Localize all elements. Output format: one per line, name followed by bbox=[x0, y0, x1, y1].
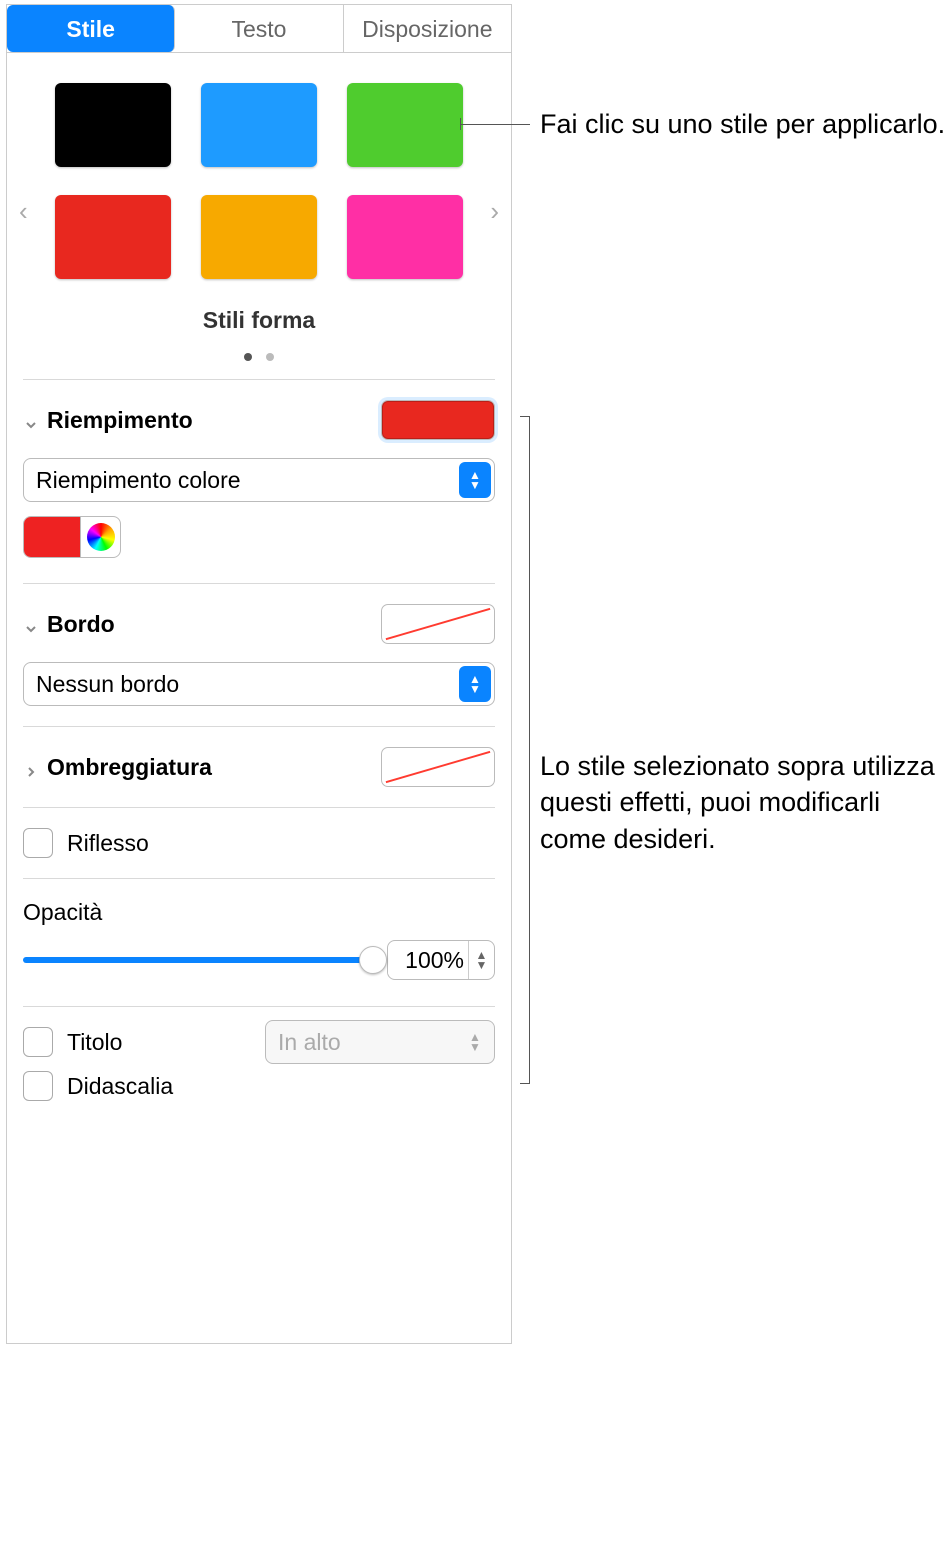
style-swatch-red[interactable] bbox=[55, 195, 171, 279]
callout-top: Fai clic su uno stile per applicarlo. bbox=[540, 106, 945, 142]
style-swatch-green[interactable] bbox=[347, 83, 463, 167]
border-type-value: Nessun bordo bbox=[36, 671, 179, 698]
shape-styles-title: Stili forma bbox=[23, 307, 495, 334]
shadow-well[interactable] bbox=[381, 747, 495, 787]
reflection-checkbox[interactable] bbox=[23, 828, 53, 858]
fill-label: Riempimento bbox=[47, 407, 193, 434]
chevron-down-icon[interactable] bbox=[23, 412, 39, 428]
border-type-select[interactable]: Nessun bordo ▲▼ bbox=[23, 662, 495, 706]
select-arrows-icon: ▲▼ bbox=[459, 462, 491, 498]
opacity-stepper[interactable]: ▲▼ bbox=[387, 940, 495, 980]
chevron-down-icon[interactable] bbox=[23, 616, 39, 632]
tab-text[interactable]: Testo bbox=[175, 5, 343, 52]
callout-mid: Lo stile selezionato sopra utilizza ques… bbox=[540, 748, 950, 857]
chevron-right-icon[interactable] bbox=[23, 759, 39, 775]
fill-type-select[interactable]: Riempimento colore ▲▼ bbox=[23, 458, 495, 502]
opacity-section: Opacità ▲▼ bbox=[7, 879, 511, 1006]
fill-current-color[interactable] bbox=[24, 517, 80, 557]
select-arrows-icon: ▲▼ bbox=[459, 1024, 491, 1060]
styles-prev-icon[interactable]: ‹ bbox=[13, 190, 34, 233]
tab-arrange[interactable]: Disposizione bbox=[344, 5, 511, 52]
border-color-well[interactable] bbox=[381, 604, 495, 644]
reflection-label: Riflesso bbox=[67, 830, 149, 857]
fill-color-picker[interactable] bbox=[23, 516, 121, 558]
shadow-label: Ombreggiatura bbox=[47, 754, 212, 781]
style-swatch-amber[interactable] bbox=[201, 195, 317, 279]
title-section: Titolo In alto ▲▼ Didascalia bbox=[7, 1007, 511, 1121]
style-swatch-pink[interactable] bbox=[347, 195, 463, 279]
color-wheel-icon[interactable] bbox=[80, 517, 120, 557]
title-label: Titolo bbox=[67, 1029, 122, 1056]
border-section: Bordo Nessun bordo ▲▼ bbox=[7, 584, 511, 726]
caption-checkbox[interactable] bbox=[23, 1071, 53, 1101]
reflection-section: Riflesso bbox=[7, 808, 511, 878]
shape-styles: ‹ › Stili forma bbox=[7, 53, 511, 379]
fill-color-well[interactable] bbox=[381, 400, 495, 440]
inspector-panel: Stile Testo Disposizione ‹ › Stili forma bbox=[6, 4, 512, 1344]
tab-style[interactable]: Stile bbox=[7, 5, 175, 52]
style-swatch-black[interactable] bbox=[55, 83, 171, 167]
border-label: Bordo bbox=[47, 611, 115, 638]
style-swatch-blue[interactable] bbox=[201, 83, 317, 167]
stepper-arrows-icon[interactable]: ▲▼ bbox=[468, 941, 494, 979]
title-checkbox[interactable] bbox=[23, 1027, 53, 1057]
select-arrows-icon: ▲▼ bbox=[459, 666, 491, 702]
slider-thumb-icon[interactable] bbox=[359, 946, 387, 974]
title-position-value: In alto bbox=[278, 1029, 341, 1056]
shadow-section: Ombreggiatura bbox=[7, 727, 511, 807]
callout-top-text: Fai clic su uno stile per applicarlo. bbox=[540, 109, 945, 139]
opacity-slider[interactable] bbox=[23, 946, 373, 974]
callout-bracket bbox=[520, 416, 530, 1084]
opacity-field[interactable] bbox=[388, 947, 468, 974]
fill-type-value: Riempimento colore bbox=[36, 467, 241, 494]
title-position-select[interactable]: In alto ▲▼ bbox=[265, 1020, 495, 1064]
caption-label: Didascalia bbox=[67, 1073, 173, 1100]
pager-dot-1[interactable] bbox=[266, 353, 274, 361]
opacity-label: Opacità bbox=[23, 899, 495, 926]
styles-pager bbox=[23, 340, 495, 367]
callout-mid-text: Lo stile selezionato sopra utilizza ques… bbox=[540, 751, 935, 854]
fill-section: Riempimento Riempimento colore ▲▼ bbox=[7, 380, 511, 583]
pager-dot-0[interactable] bbox=[244, 353, 252, 361]
styles-next-icon[interactable]: › bbox=[484, 190, 505, 233]
tab-bar: Stile Testo Disposizione bbox=[7, 5, 511, 53]
